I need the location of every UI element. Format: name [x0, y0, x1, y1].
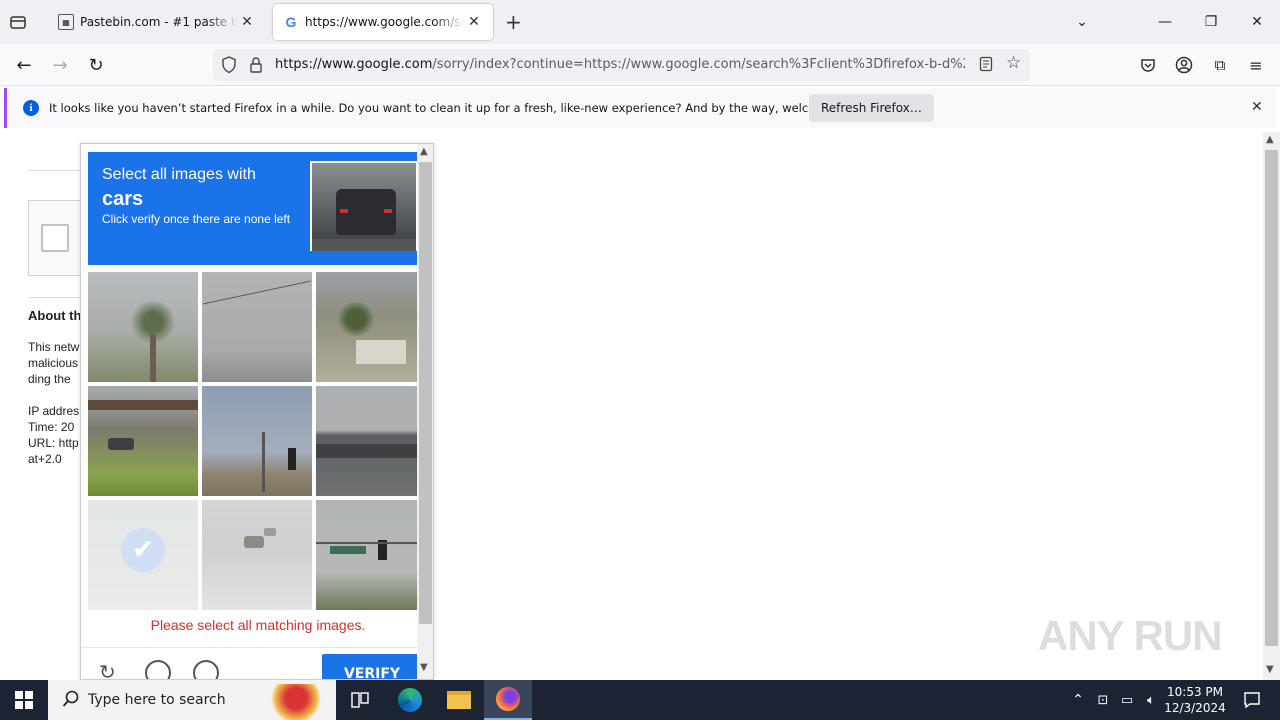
edge-icon[interactable] — [386, 680, 434, 720]
search-highlight-icon — [268, 684, 324, 720]
tab-title: Pastebin.com - #1 paste tool since 2002! — [80, 15, 238, 29]
checkmark-icon: ✔ — [121, 528, 165, 572]
captcha-tile[interactable] — [88, 386, 198, 496]
info-line: at+2.0 — [28, 452, 62, 466]
page-scrollbar[interactable]: ▲ ▼ — [1263, 132, 1280, 680]
navigation-bar: ← → ↻ https://www.google.com/sorry/index… — [0, 44, 1280, 86]
taskbar: Type here to search ⌃ ⊡ ▭ 🔈︎ 10:53 PM 12… — [0, 680, 1280, 720]
url-text[interactable]: https://www.google.com/sorry/index?conti… — [275, 57, 965, 72]
task-view-icon[interactable] — [336, 680, 384, 720]
info-line: URL: http — [28, 436, 79, 450]
notifications-icon[interactable] — [1232, 680, 1272, 720]
extensions-icon[interactable]: ⧉ — [1206, 52, 1234, 78]
captcha-tile[interactable] — [316, 272, 426, 382]
captcha-tile[interactable] — [202, 500, 312, 610]
captcha-instruction: Select all images with — [102, 166, 256, 183]
scroll-thumb[interactable] — [1265, 150, 1278, 646]
firefox-icon[interactable] — [484, 680, 532, 720]
tab-strip: ▦ Pastebin.com - #1 paste tool since 200… — [0, 0, 1280, 44]
bookmark-star-icon[interactable]: ☆ — [1006, 53, 1021, 73]
body-line: ding the — [28, 372, 71, 386]
reader-view-icon[interactable] — [979, 56, 993, 75]
account-icon[interactable] — [1170, 52, 1198, 78]
captcha-tile[interactable] — [202, 272, 312, 382]
pastebin-icon: ▦ — [58, 14, 74, 30]
scroll-down-icon[interactable]: ▼ — [420, 662, 428, 673]
info-line: Time: 20 — [28, 420, 75, 434]
volume-icon[interactable]: 🔈︎ — [1140, 680, 1162, 720]
meet-now-icon[interactable]: ⊡ — [1092, 680, 1114, 720]
help-icon[interactable] — [193, 660, 219, 679]
search-placeholder: Type here to search — [88, 692, 226, 708]
list-all-tabs-icon[interactable]: ⌄ — [1067, 8, 1097, 36]
about-heading: About th — [28, 308, 82, 323]
windows-start-icon[interactable] — [0, 680, 48, 720]
url-path: /sorry/index?continue=https://www.google… — [432, 57, 965, 72]
tab-google[interactable]: G https://www.google.com/search?client ✕ — [273, 4, 493, 40]
captcha-scrollbar[interactable]: ▲ ▼ — [417, 144, 433, 679]
captcha-header: Select all images with cars Click verify… — [88, 152, 418, 265]
close-tab-icon[interactable]: ✕ — [238, 14, 256, 30]
lock-icon[interactable] — [249, 56, 263, 77]
info-line: IP addres — [28, 404, 80, 418]
taskbar-search-input[interactable]: Type here to search — [48, 680, 336, 720]
info-icon: i — [23, 100, 39, 116]
clock-time: 10:53 PM — [1167, 685, 1223, 699]
restore-icon[interactable]: ❐ — [1196, 8, 1226, 36]
scroll-up-icon[interactable]: ▲ — [1266, 134, 1274, 145]
audio-challenge-icon[interactable] — [145, 660, 171, 679]
google-icon: G — [285, 14, 297, 30]
close-tab-icon[interactable]: ✕ — [465, 14, 483, 30]
network-icon[interactable]: ▭ — [1116, 680, 1138, 720]
menu-icon[interactable]: ≡ — [1242, 52, 1270, 78]
url-bar[interactable]: https://www.google.com/sorry/index?conti… — [213, 49, 1030, 81]
close-notification-icon[interactable]: ✕ — [1251, 99, 1263, 115]
tab-list-icon[interactable] — [8, 12, 32, 32]
captcha-tile[interactable] — [202, 386, 312, 496]
divider — [28, 297, 88, 298]
url-domain: https://www.google.com — [275, 57, 433, 72]
pocket-icon[interactable] — [1134, 52, 1162, 78]
notification-bar: i It looks like you haven’t started Fire… — [4, 88, 1276, 128]
captcha-challenge: Select all images with cars Click verify… — [80, 143, 434, 680]
captcha-error-message: Please select all matching images. — [150, 617, 366, 633]
captcha-tile[interactable] — [88, 272, 198, 382]
verify-button[interactable]: VERIFY — [322, 654, 422, 679]
recaptcha-checkbox[interactable] — [41, 224, 69, 252]
clock-date: 12/3/2024 — [1164, 701, 1226, 715]
close-window-icon[interactable]: ✕ — [1242, 8, 1272, 36]
notification-message: It looks like you haven’t started Firefo… — [49, 101, 870, 115]
minimize-icon[interactable]: — — [1150, 8, 1180, 36]
shield-icon[interactable] — [221, 56, 237, 77]
reload-icon[interactable]: ↻ — [82, 52, 110, 78]
clock[interactable]: 10:53 PM 12/3/2024 — [1162, 684, 1228, 716]
anyrun-watermark: ANY RUN — [1038, 612, 1223, 659]
tab-title: https://www.google.com/search?client — [305, 15, 465, 29]
forward-icon[interactable]: → — [46, 52, 74, 78]
captcha-tile-selected[interactable]: ✔ — [88, 500, 198, 610]
divider — [28, 170, 88, 171]
sample-image — [310, 161, 418, 251]
show-hidden-icons-icon[interactable]: ⌃ — [1066, 680, 1090, 720]
scroll-up-icon[interactable]: ▲ — [420, 146, 428, 157]
search-icon — [62, 690, 80, 712]
body-line: malicious — [28, 356, 79, 370]
captcha-subinstruction: Click verify once there are none left — [102, 212, 291, 226]
scroll-thumb[interactable] — [419, 162, 432, 624]
file-explorer-icon[interactable] — [435, 680, 483, 720]
body-line: This netw — [28, 340, 80, 354]
new-tab-icon[interactable]: + — [505, 10, 525, 34]
captcha-tile[interactable] — [316, 386, 426, 496]
captcha-keyword: cars — [102, 188, 144, 210]
back-icon[interactable]: ← — [10, 52, 38, 78]
refresh-firefox-button[interactable]: Refresh Firefox… — [809, 94, 934, 122]
tab-pastebin[interactable]: ▦ Pastebin.com - #1 paste tool since 200… — [48, 4, 266, 40]
scroll-down-icon[interactable]: ▼ — [1266, 664, 1274, 675]
reload-challenge-icon[interactable]: ↻ — [99, 660, 116, 679]
captcha-tile[interactable] — [316, 500, 426, 610]
